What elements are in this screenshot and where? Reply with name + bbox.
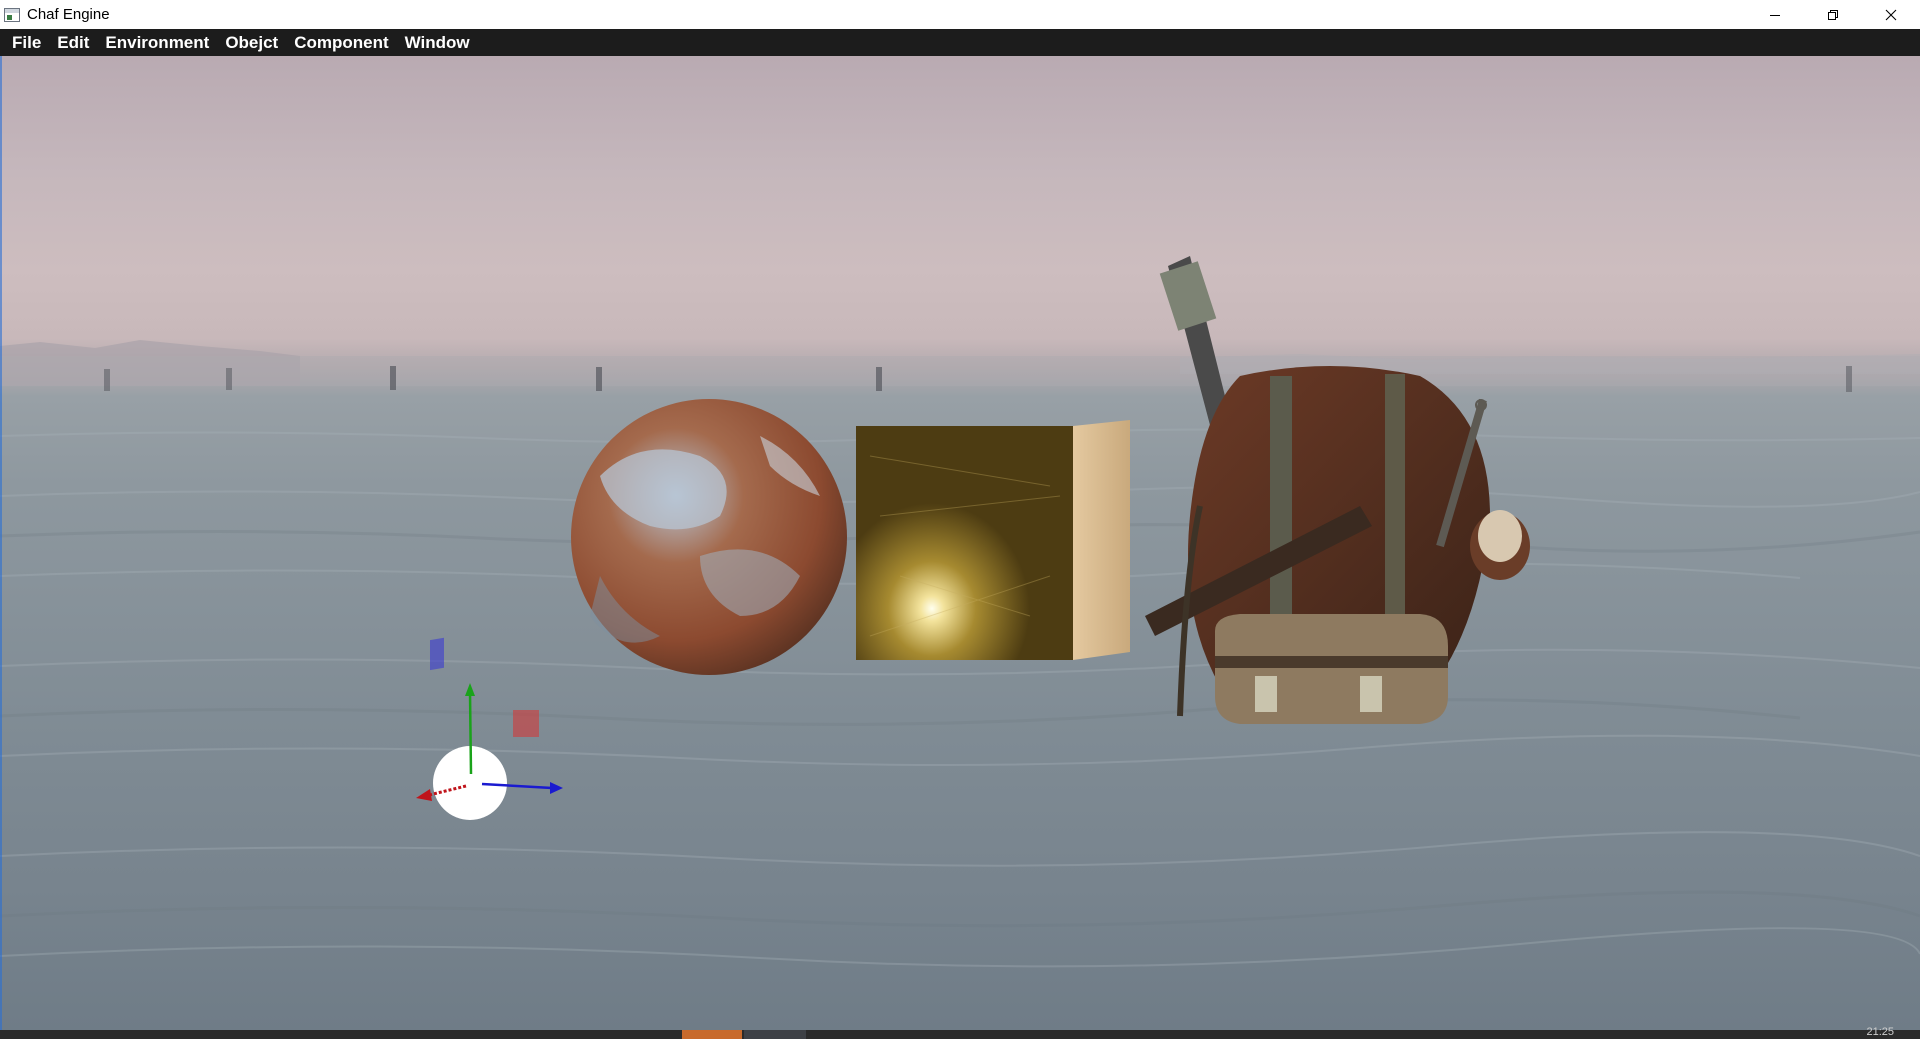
status-clock: 21:25: [1866, 1026, 1894, 1038]
close-button[interactable]: [1862, 0, 1920, 29]
rusted-sphere[interactable]: [571, 399, 847, 675]
point-light-gizmo[interactable]: [416, 637, 563, 820]
app-window: Chaf Engine File Edit Environment Obejct…: [0, 0, 1920, 1039]
menu-component[interactable]: Component: [286, 29, 396, 56]
menu-window[interactable]: Window: [397, 29, 478, 56]
menu-file[interactable]: File: [4, 29, 49, 56]
title-bar[interactable]: Chaf Engine: [0, 0, 1920, 29]
backpack-model[interactable]: [1145, 256, 1530, 724]
menu-object[interactable]: Obejct: [217, 29, 286, 56]
menu-edit[interactable]: Edit: [49, 29, 97, 56]
window-title: Chaf Engine: [27, 6, 110, 23]
menu-bar: File Edit Environment Obejct Component W…: [0, 29, 1920, 56]
restore-button[interactable]: [1804, 0, 1862, 29]
restore-icon: [1828, 9, 1838, 20]
plane-handle-red[interactable]: [513, 710, 539, 737]
minimize-button[interactable]: [1746, 0, 1804, 29]
viewport-focus-edge: [0, 56, 2, 1030]
status-tab[interactable]: [744, 1030, 806, 1039]
minimize-icon: [1770, 14, 1780, 16]
window-controls: [1746, 0, 1920, 29]
menu-environment[interactable]: Environment: [97, 29, 217, 56]
close-icon: [1885, 9, 1897, 20]
status-bar: 21:25: [0, 1026, 1920, 1039]
environment-background: [0, 256, 1920, 968]
y-axis-handle[interactable]: [468, 691, 473, 775]
app-window-icon: [4, 7, 20, 22]
scene-viewport[interactable]: [0, 56, 1920, 1030]
status-tab-active[interactable]: [682, 1030, 742, 1039]
gold-cube[interactable]: [856, 420, 1130, 660]
plane-handle-blue[interactable]: [430, 637, 444, 671]
